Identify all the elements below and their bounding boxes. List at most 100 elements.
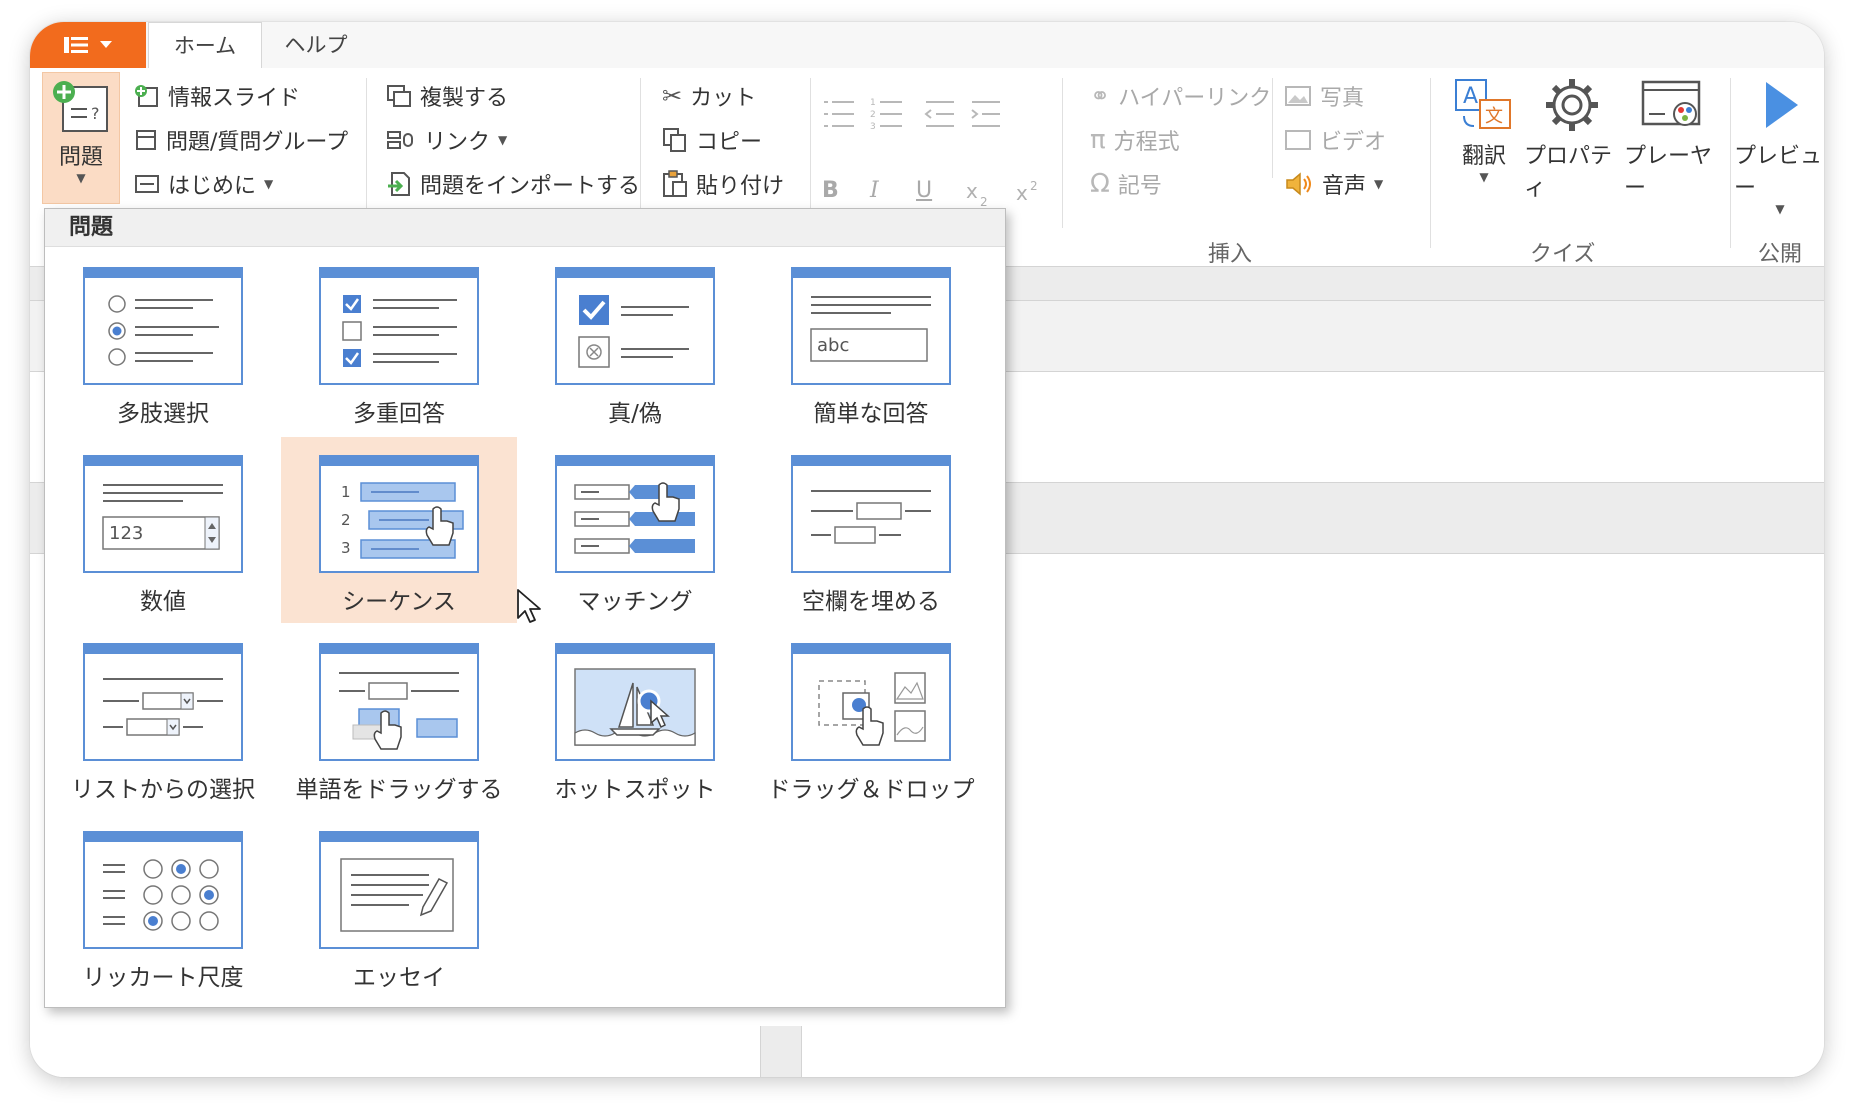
question-type-true-false[interactable]: 真/偽 (517, 249, 753, 435)
question-type-multiple-choice[interactable]: 多肢選択 (45, 249, 281, 435)
question-type-label: 単語をドラッグする (295, 777, 503, 803)
question-type-fill-in-blank[interactable]: 空欄を埋める (753, 437, 989, 623)
question-type-label: 多肢選択 (117, 401, 209, 427)
question-type-likert-scale[interactable]: リッカート尺度 (45, 813, 281, 999)
tab-label: ヘルプ (284, 33, 348, 57)
player-icon (1641, 80, 1701, 126)
true-false-icon (555, 267, 715, 385)
scissors-icon: ✂ (662, 82, 683, 110)
numeric-text: 123 (109, 523, 143, 544)
separator (1062, 78, 1063, 228)
paste-icon (663, 170, 687, 197)
tab-bar: ホーム ヘルプ (30, 22, 1824, 70)
decrease-indent-icon (924, 101, 954, 127)
tab-label: ホーム (173, 34, 237, 58)
player-button[interactable]: プレーヤー (1624, 76, 1720, 202)
chevron-down-icon: ▼ (76, 171, 86, 185)
multiple-response-icon (319, 267, 479, 385)
link-chain-icon: ⚭ (1090, 82, 1111, 110)
question-type-multiple-response[interactable]: 多重回答 (281, 249, 517, 435)
svg-text:2: 2 (1030, 179, 1038, 193)
translate-icon: A 文 (1455, 79, 1511, 129)
properties-button[interactable]: プロパティ (1524, 76, 1620, 202)
italic-button[interactable]: I (870, 178, 879, 203)
separator (1272, 78, 1273, 178)
info-slide-icon (135, 85, 158, 107)
hyperlink-button[interactable]: ⚭ ハイパーリンク (1090, 80, 1271, 112)
photo-icon (1285, 86, 1311, 106)
app-window: ホーム ヘルプ ? 問題 ▼ 情報スライド 問題/質問グループ はじめに ▼ 複… (30, 22, 1824, 1077)
subscript-icon: x2 (966, 179, 988, 208)
copy-icon (663, 128, 686, 152)
link-icon (387, 131, 413, 149)
app-menu-button[interactable] (30, 22, 146, 68)
menu-icon (64, 37, 88, 53)
numbered-list-icon: 1 2 3 (870, 98, 902, 132)
question-type-essay[interactable]: エッセイ (281, 813, 517, 999)
link-label: リンク (424, 130, 491, 155)
svg-text:x: x (1016, 181, 1028, 205)
short-answer-icon: abc (791, 267, 951, 385)
question-group-icon (136, 130, 156, 150)
sequence-icon: 1 2 3 (319, 455, 479, 573)
play-icon (1766, 82, 1798, 128)
question-type-label: ドラッグ＆ドロップ (767, 777, 975, 803)
svg-text:文: 文 (1485, 106, 1503, 127)
question-type-label: 数値 (140, 589, 186, 615)
preview-button[interactable]: プレビュー ▼ (1734, 76, 1824, 216)
abc-text: abc (817, 335, 849, 356)
question-type-label: マッチング (577, 589, 693, 615)
equation-button[interactable]: π 方程式 (1090, 124, 1180, 156)
preview-label: プレビュー (1734, 144, 1823, 201)
import-questions-label: 問題をインポートする (420, 174, 641, 199)
properties-label: プロパティ (1524, 144, 1613, 201)
question-type-matching[interactable]: マッチング (517, 437, 753, 623)
tab-home[interactable]: ホーム (148, 22, 262, 70)
audio-button[interactable]: 音声 ▼ (1284, 168, 1383, 200)
question-type-numeric[interactable]: 123 数値 (45, 437, 281, 623)
intro-label: はじめに (168, 174, 257, 199)
link-button[interactable]: リンク ▼ (386, 124, 507, 156)
audio-label: 音声 (1322, 174, 1367, 199)
svg-text:2: 2 (870, 110, 876, 120)
video-button[interactable]: ビデオ (1284, 124, 1386, 156)
hyperlink-label: ハイパーリンク (1118, 86, 1272, 111)
info-slide-button[interactable]: 情報スライド (134, 80, 300, 112)
cut-label: カット (690, 86, 757, 111)
intro-button[interactable]: はじめに ▼ (134, 168, 273, 200)
svg-text:x: x (966, 179, 978, 203)
translate-button[interactable]: A 文 翻訳 ▼ (1446, 76, 1522, 184)
workspace-divider (760, 1026, 802, 1077)
underline-button[interactable]: U (916, 178, 932, 203)
import-questions-button[interactable]: 問題をインポートする (386, 168, 640, 200)
separator (366, 78, 367, 228)
menu-header: 問題 (45, 209, 1005, 247)
select-from-list-icon (83, 643, 243, 761)
group-label-insert: 挿入 (1208, 242, 1253, 267)
question-group-button[interactable]: 問題/質問グループ (134, 124, 348, 156)
question-type-sequence[interactable]: 1 2 3 シーケンス (281, 437, 517, 623)
question-type-select-from-list[interactable]: リストからの選択 (45, 625, 281, 811)
omega-icon: Ω (1090, 169, 1110, 199)
sequence-number: 2 (341, 511, 351, 529)
question-type-hotspot[interactable]: ホットスポット (517, 625, 753, 811)
symbol-button[interactable]: Ω 記号 (1090, 168, 1162, 200)
cut-button[interactable]: ✂ カット (662, 80, 756, 112)
copy-button[interactable]: コピー (662, 124, 762, 156)
superscript-icon: x2 (1016, 179, 1038, 205)
bold-button[interactable]: B (822, 178, 839, 203)
paste-button[interactable]: 貼り付け (662, 168, 784, 200)
photo-button[interactable]: 写真 (1284, 80, 1364, 112)
question-type-drag-words[interactable]: 単語をドラッグする (281, 625, 517, 811)
question-button[interactable]: ? 問題 ▼ (42, 72, 120, 204)
question-type-short-answer[interactable]: abc 簡単な回答 (753, 249, 989, 435)
intro-slide-icon (135, 175, 159, 193)
chevron-down-icon: ▼ (264, 177, 274, 191)
question-type-drag-and-drop[interactable]: ドラッグ＆ドロップ (753, 625, 989, 811)
question-type-label: リッカート尺度 (82, 965, 244, 991)
duplicate-button[interactable]: 複製する (386, 80, 508, 112)
info-slide-label: 情報スライド (168, 86, 301, 111)
player-label: プレーヤー (1624, 144, 1713, 201)
svg-text:1: 1 (870, 98, 876, 108)
tab-help[interactable]: ヘルプ (266, 22, 366, 68)
